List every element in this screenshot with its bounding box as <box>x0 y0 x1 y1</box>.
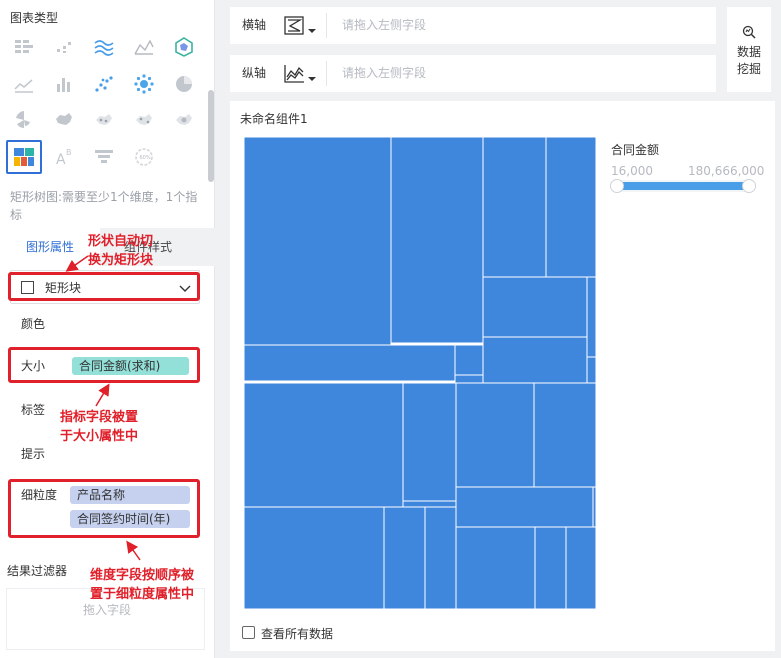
annotation-size: 指标字段被置 于大小属性中 <box>60 408 138 446</box>
annotation-dim-line2: 置于细粒度属性中 <box>90 587 195 602</box>
highlight-size <box>8 347 200 383</box>
table-icon[interactable] <box>6 30 42 64</box>
view-all-label: 查看所有数据 <box>261 627 334 641</box>
chart-type-scrollbar[interactable] <box>208 90 214 182</box>
data-mining-button[interactable]: 数据挖掘 <box>727 7 771 92</box>
line-icon[interactable] <box>6 67 42 101</box>
color-property[interactable]: 颜色 <box>10 307 200 341</box>
treemap-tile[interactable] <box>482 276 588 338</box>
svg-text:60%: 60% <box>140 155 151 161</box>
y-axis-type-icon[interactable] <box>284 63 320 85</box>
legend-slider-min-handle[interactable] <box>610 179 624 193</box>
x-axis-divider <box>326 13 327 38</box>
treemap-tile[interactable] <box>455 382 535 488</box>
y-axis-row[interactable]: 纵轴 请拖入左侧字段 <box>230 55 716 92</box>
area-line-icon[interactable] <box>126 30 162 64</box>
text-icon[interactable]: AB <box>46 140 82 174</box>
treemap-tile[interactable] <box>565 526 596 609</box>
treemap-tile[interactable] <box>482 336 588 384</box>
treemap-tile[interactable] <box>454 374 484 384</box>
chart-type-hint: 矩形树图:需要至少1个维度，1个指标 <box>10 190 198 222</box>
x-axis-row[interactable]: 横轴 请拖入左侧字段 <box>230 7 716 44</box>
treemap-tile[interactable] <box>424 506 457 609</box>
x-axis-type-icon[interactable] <box>284 15 320 37</box>
gauge-icon[interactable]: 60% <box>126 140 162 174</box>
legend-max-value: 180,666,000 <box>688 164 765 178</box>
treemap-tile[interactable] <box>244 382 404 508</box>
tag-label: 标签 <box>21 403 46 417</box>
bubble-icon[interactable] <box>126 67 162 101</box>
point-map-icon[interactable] <box>86 103 122 137</box>
color-label: 颜色 <box>21 317 46 331</box>
highlight-granularity <box>8 479 200 538</box>
treemap-tile[interactable] <box>402 500 457 508</box>
legend-min-value: 16,000 <box>611 164 653 178</box>
bar-icon[interactable] <box>46 67 82 101</box>
funnel-icon[interactable] <box>86 140 122 174</box>
treemap-tile[interactable] <box>592 486 596 528</box>
treemap-tile[interactable] <box>455 486 594 528</box>
treemap-icon[interactable] <box>6 140 42 174</box>
treemap-tile[interactable] <box>383 506 426 609</box>
treemap-tile[interactable] <box>402 382 457 502</box>
result-filter-title: 结果过滤器 <box>7 564 68 578</box>
treemap-tile[interactable] <box>586 356 596 384</box>
treemap-tile[interactable] <box>586 276 596 358</box>
treemap[interactable] <box>244 137 596 609</box>
treemap-tile[interactable] <box>533 382 596 488</box>
treemap-tile[interactable] <box>454 344 484 376</box>
annotation-dim-line1: 维度字段按顺序被 <box>90 568 195 583</box>
scatter-small-icon[interactable] <box>46 30 82 64</box>
data-mining-icon <box>742 25 756 39</box>
annotation-shape-line1: 形状自动切 <box>88 234 154 249</box>
legend-slider-max-handle[interactable] <box>742 179 756 193</box>
tip-label: 提示 <box>21 447 46 461</box>
dot-scatter-icon[interactable] <box>86 67 122 101</box>
annotation-size-line2: 于大小属性中 <box>60 429 139 444</box>
legend-slider-fill <box>613 182 751 190</box>
flow-map-icon[interactable] <box>126 103 162 137</box>
annotation-shape: 形状自动切 换为矩形块 <box>88 232 153 270</box>
treemap-tile[interactable] <box>244 344 456 382</box>
multi-line-icon[interactable] <box>86 30 122 64</box>
annotation-shape-line2: 换为矩形块 <box>88 253 154 268</box>
highlight-shape <box>8 272 200 301</box>
china-map-icon[interactable] <box>46 103 82 137</box>
legend-title: 合同金额 <box>611 143 660 157</box>
x-axis-placeholder: 请拖入左侧字段 <box>342 18 427 32</box>
y-axis-divider <box>326 61 327 86</box>
treemap-tile[interactable] <box>390 137 484 344</box>
y-axis-label: 纵轴 <box>242 66 267 80</box>
data-mining-label: 数据挖掘 <box>736 45 761 76</box>
chart-panel: 未命名组件1 合同金额 16,000 180,666,000 查看所有数据 <box>230 101 775 651</box>
treemap-tile[interactable] <box>534 526 567 609</box>
pie-icon[interactable] <box>166 67 202 101</box>
annotation-size-line1: 指标字段被置 <box>60 410 139 425</box>
rose-icon[interactable] <box>6 103 42 137</box>
chart-title: 未命名组件1 <box>240 112 308 126</box>
treemap-tile[interactable] <box>244 506 385 609</box>
tab-graph-props[interactable]: 图形属性 <box>0 228 100 266</box>
view-all-checkbox[interactable] <box>242 626 255 639</box>
chart-type-title: 图表类型 <box>10 11 59 25</box>
heat-map-icon[interactable] <box>166 103 202 137</box>
legend-slider[interactable] <box>610 179 756 193</box>
svg-text:B: B <box>66 148 72 157</box>
y-axis-placeholder: 请拖入左侧字段 <box>342 66 427 80</box>
treemap-tile[interactable] <box>545 137 596 278</box>
annotation-dimension: 维度字段按顺序被 置于细粒度属性中 <box>90 566 194 604</box>
treemap-tile[interactable] <box>244 137 392 346</box>
svg-text:A: A <box>56 152 66 168</box>
x-axis-label: 横轴 <box>242 18 267 32</box>
left-panel: 图表类型 A B 60% 矩形树图:需要至少1个维度，1个指标 图形属性 组件样… <box>0 0 215 658</box>
radar-icon[interactable] <box>166 30 202 64</box>
treemap-tile[interactable] <box>482 137 547 278</box>
treemap-tile[interactable] <box>455 526 536 609</box>
